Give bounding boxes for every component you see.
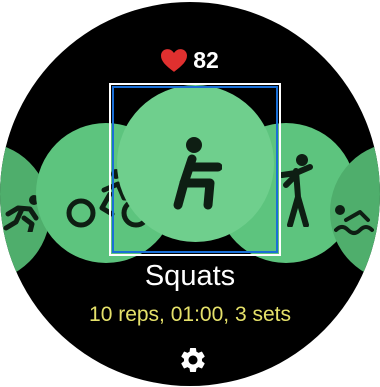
- heart-rate-value: 82: [193, 47, 219, 73]
- kickboxing-icon: [279, 154, 313, 227]
- selection-outline-inner: [112, 86, 278, 253]
- watch-screen: 82 Squats 10 reps, 01:00, 3 sets: [0, 2, 380, 386]
- workout-title: Squats: [144, 260, 236, 292]
- workout-details: 10 reps, 01:00, 3 sets: [89, 303, 291, 326]
- heart-rate: 82: [0, 47, 380, 74]
- gear-icon[interactable]: [178, 345, 208, 375]
- heart-icon: [161, 48, 188, 72]
- swimming-icon: [334, 205, 374, 235]
